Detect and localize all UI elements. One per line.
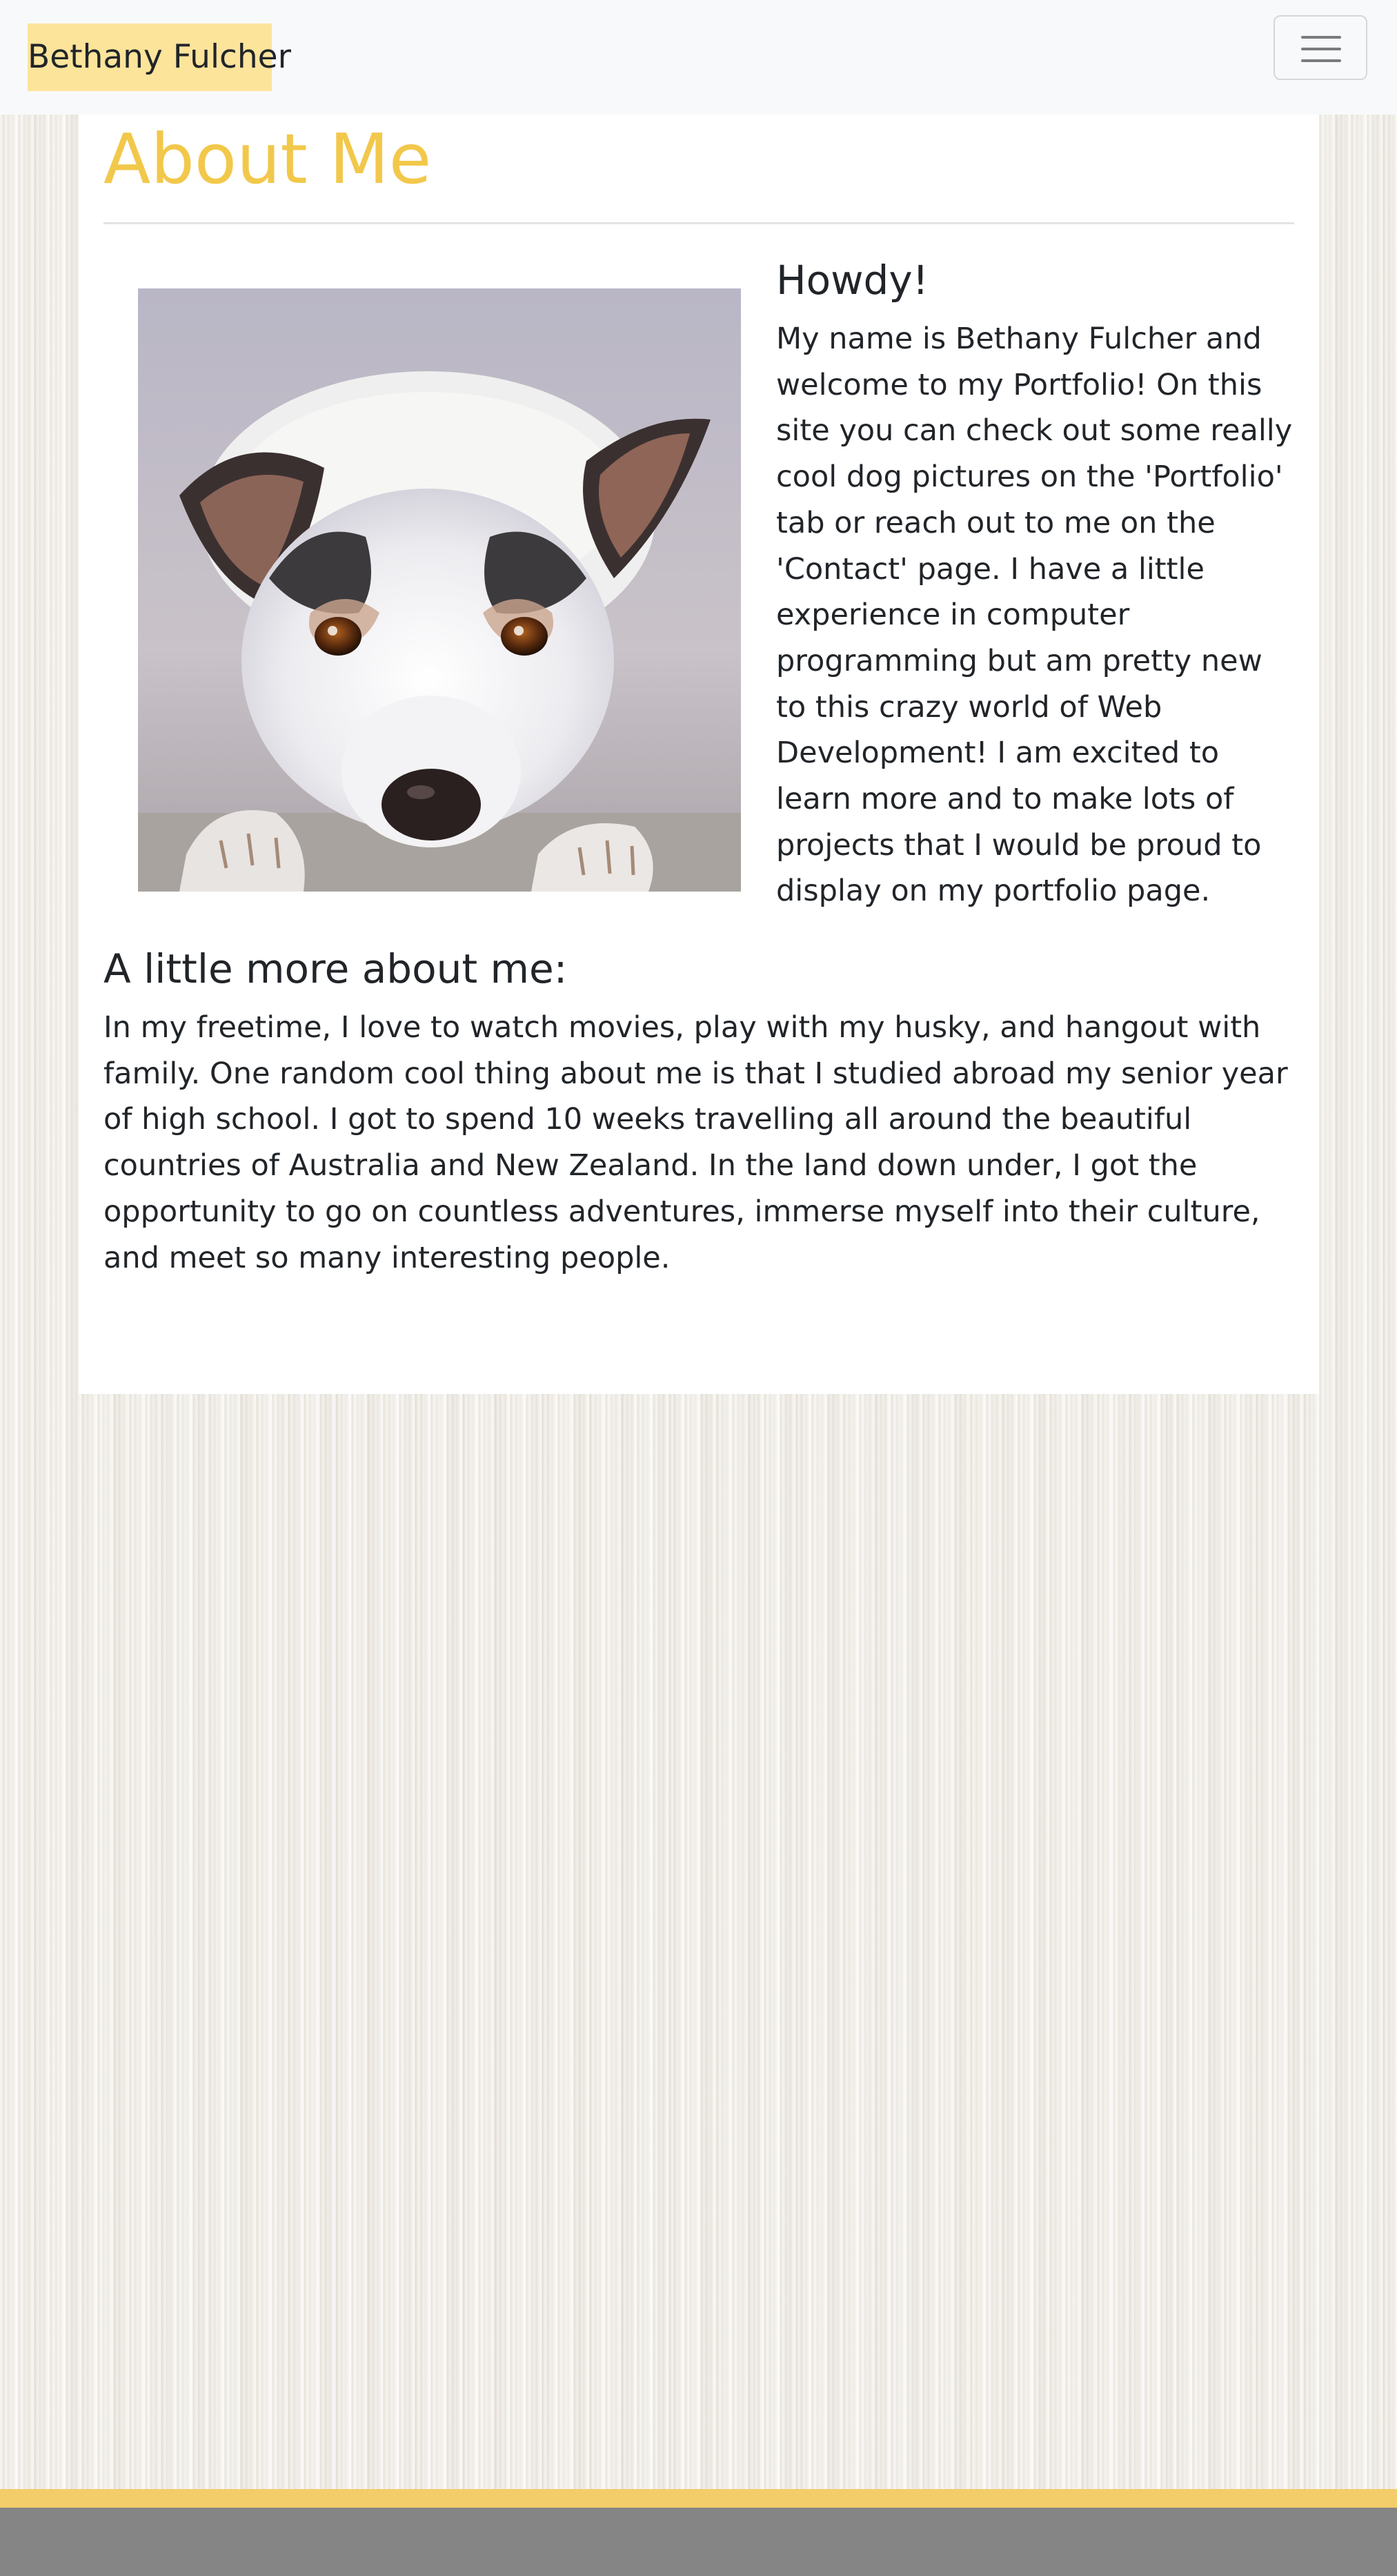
divider: [103, 222, 1294, 224]
footer-accent-stripe: [0, 2489, 1397, 2508]
page-title: About Me: [103, 119, 432, 199]
more-about-heading: A little more about me:: [103, 945, 568, 992]
intro-paragraph: My name is Bethany Fulcher and welcome t…: [776, 322, 1293, 909]
greeting-heading: Howdy!: [776, 257, 929, 304]
dog-photo: [138, 288, 741, 892]
footer: [0, 2508, 1397, 2576]
brand-link[interactable]: Bethany Fulcher: [28, 23, 291, 91]
navbar: Bethany Fulcher: [0, 0, 1397, 115]
navbar-toggler-button[interactable]: [1274, 15, 1367, 80]
about-container: About Me Howdy! My name is Bethany Fulch…: [79, 115, 1319, 1394]
more-about-paragraph: In my freetime, I love to watch movies, …: [103, 1010, 1288, 1275]
